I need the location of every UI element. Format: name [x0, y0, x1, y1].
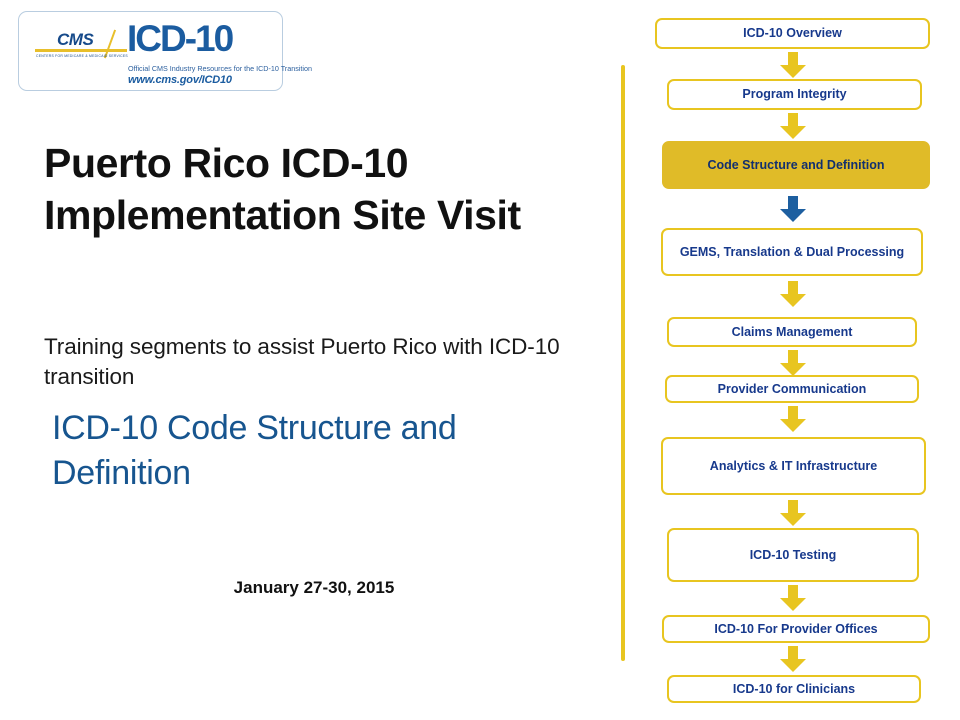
flow-arrow-down-icon — [780, 113, 806, 139]
flow-arrow-down-icon — [780, 585, 806, 611]
flow-step-label: Provider Communication — [717, 381, 867, 396]
flowchart-panel: ICD-10 Overview Program Integrity Code S… — [612, 0, 960, 720]
cms-logo-mark: CMS CENTERS FOR MEDICARE & MEDICAID SERV… — [35, 28, 128, 72]
slide-subtitle: Training segments to assist Puerto Rico … — [44, 334, 560, 389]
flow-step-label: ICD-10 Overview — [743, 26, 842, 41]
flow-step-icd-10-for-clinicians[interactable]: ICD-10 for Clinicians — [667, 675, 921, 703]
icd10-wordmark: ICD-10 — [127, 18, 234, 59]
slide-left-panel: CMS CENTERS FOR MEDICARE & MEDICAID SERV… — [0, 0, 612, 720]
flow-step-label: Claims Management — [731, 324, 853, 339]
event-date: January 27-30, 2015 — [233, 578, 395, 597]
cms-agency-subtext: CENTERS FOR MEDICARE & MEDICAID SERVICES — [36, 54, 128, 58]
flow-step-analytics-it-infrastructure[interactable]: Analytics & IT Infrastructure — [661, 437, 926, 495]
flow-arrow-down-active-icon — [780, 196, 806, 222]
section-heading: ICD-10 Code Structure and Definition — [52, 409, 457, 493]
flow-step-icd-10-testing[interactable]: ICD-10 Testing — [667, 528, 919, 582]
flow-arrow-down-icon — [780, 52, 806, 78]
flow-step-label: GEMS, Translation & Dual Processing — [679, 244, 905, 259]
flow-step-label: ICD-10 Testing — [749, 547, 837, 562]
flow-arrow-down-icon — [780, 500, 806, 526]
flow-step-label: Code Structure and Definition — [707, 157, 885, 172]
logo-url: www.cms.gov/ICD10 — [128, 74, 232, 86]
logo-tagline: Official CMS Industry Resources for the … — [128, 64, 313, 73]
cms-wordmark: CMS — [57, 30, 94, 49]
flow-step-gems-translation-dual-processing[interactable]: GEMS, Translation & Dual Processing — [661, 228, 923, 276]
flow-step-provider-communication[interactable]: Provider Communication — [665, 375, 919, 403]
flow-arrow-down-icon — [780, 646, 806, 672]
flow-arrow-down-icon — [780, 281, 806, 307]
flow-step-label: ICD-10 for Clinicians — [732, 681, 856, 696]
cms-icd10-logo: CMS CENTERS FOR MEDICARE & MEDICAID SERV… — [18, 11, 312, 91]
flow-step-label: Program Integrity — [742, 87, 847, 102]
flow-arrow-down-icon — [780, 406, 806, 432]
page-title: Puerto Rico ICD-10 Implementation Site V… — [44, 140, 521, 238]
flowchart-vertical-rail — [621, 65, 625, 661]
flow-step-program-integrity[interactable]: Program Integrity — [667, 79, 922, 110]
flow-step-icd-10-overview[interactable]: ICD-10 Overview — [655, 18, 930, 49]
flow-step-label: Analytics & IT Infrastructure — [709, 458, 878, 473]
flow-arrow-down-icon — [780, 350, 806, 376]
flow-step-icd-10-for-provider-offices[interactable]: ICD-10 For Provider Offices — [662, 615, 930, 643]
title-block: Puerto Rico ICD-10 Implementation Site V… — [44, 138, 589, 241]
flow-step-code-structure-and-definition[interactable]: Code Structure and Definition — [662, 141, 930, 189]
flow-step-label: ICD-10 For Provider Offices — [714, 621, 878, 636]
cms-swoosh-icon — [35, 49, 127, 52]
flow-step-claims-management[interactable]: Claims Management — [667, 317, 917, 347]
